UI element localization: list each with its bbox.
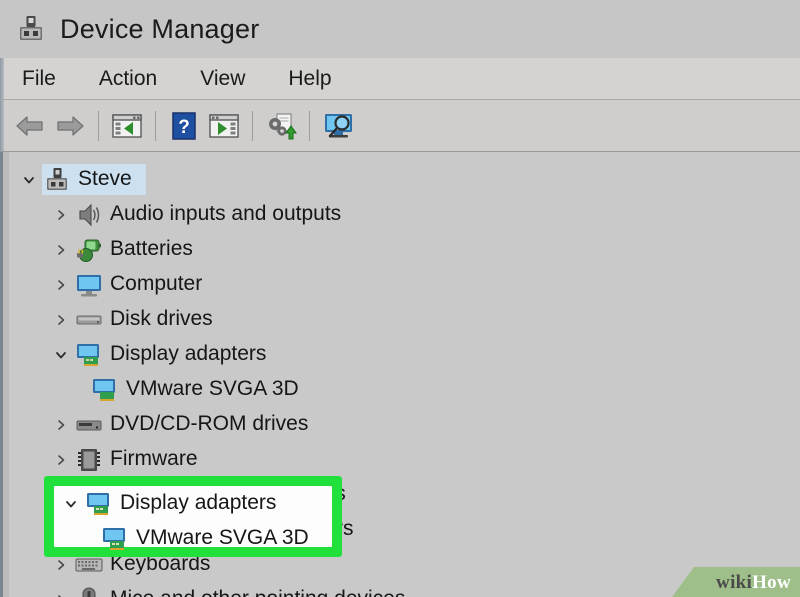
toolbar-separator bbox=[155, 110, 156, 141]
computer-device-icon bbox=[42, 165, 72, 195]
scan-hardware-button[interactable] bbox=[318, 108, 358, 144]
display-adapter-icon bbox=[90, 375, 120, 405]
left-arrow-icon bbox=[15, 114, 45, 138]
tree-label: Audio inputs and outputs bbox=[110, 202, 342, 225]
tree-label: Mice and other pointing devices bbox=[110, 588, 405, 597]
window-title: Device Manager bbox=[60, 13, 260, 44]
tree-label: Computer bbox=[110, 272, 203, 295]
tree-root-steve[interactable]: Steve bbox=[0, 162, 800, 197]
tree-item-computer[interactable]: Computer bbox=[0, 267, 800, 302]
chevron-right-icon[interactable] bbox=[48, 208, 74, 222]
question-mark-icon: ? bbox=[172, 111, 196, 140]
highlighted-row-display-adapters[interactable]: Display adapters bbox=[54, 486, 332, 521]
chevron-right-icon[interactable] bbox=[48, 243, 74, 257]
title-bar: Device Manager bbox=[0, 0, 800, 58]
chevron-right-icon[interactable] bbox=[48, 453, 74, 467]
menu-file[interactable]: File bbox=[22, 67, 56, 91]
watermark-text: wikiHow bbox=[716, 572, 791, 594]
chevron-right-icon[interactable] bbox=[48, 278, 74, 292]
tree-item-batteries[interactable]: Batteries bbox=[0, 232, 800, 267]
tree-label: DVD/CD-ROM drives bbox=[110, 412, 309, 435]
battery-plug-icon bbox=[74, 235, 104, 265]
toolbar-separator bbox=[309, 110, 310, 141]
console-tree-icon bbox=[209, 113, 239, 139]
device-manager-window: Device Manager File Action View Help ? S… bbox=[0, 0, 800, 597]
tree-label: Disk drives bbox=[110, 307, 213, 330]
toolbar: ? bbox=[0, 100, 800, 152]
update-driver-gears-icon bbox=[265, 111, 297, 141]
tree-item-audio[interactable]: Audio inputs and outputs bbox=[0, 197, 800, 232]
tree-label: Display adapters bbox=[110, 342, 267, 365]
display-adapter-icon bbox=[74, 340, 104, 370]
update-driver-button[interactable] bbox=[261, 108, 301, 144]
tree-label: VMware SVGA 3D bbox=[126, 377, 299, 400]
tree-item-dvd-cdrom[interactable]: DVD/CD-ROM drives bbox=[0, 407, 800, 442]
tree-label: Batteries bbox=[110, 237, 193, 260]
disk-drive-icon bbox=[74, 305, 104, 335]
optical-drive-icon bbox=[74, 410, 104, 440]
chevron-right-icon[interactable] bbox=[48, 558, 74, 572]
tree-item-display-adapters[interactable]: Display adapters bbox=[0, 337, 800, 372]
tree-item-vmware-svga-3d[interactable]: VMware SVGA 3D bbox=[0, 372, 800, 407]
tree-label: Steve bbox=[78, 167, 132, 190]
menu-bar: File Action View Help bbox=[0, 58, 800, 100]
menu-action[interactable]: Action bbox=[99, 67, 157, 91]
display-adapter-icon bbox=[84, 489, 114, 519]
highlighted-rows: Display adapters VMware SVGA 3D bbox=[54, 486, 332, 550]
mouse-icon bbox=[74, 585, 104, 597]
tree-item-firmware[interactable]: Firmware bbox=[0, 442, 800, 477]
menu-view[interactable]: View bbox=[200, 67, 245, 91]
highlight-box-display-adapters: Display adapters VMware SVGA 3D bbox=[44, 476, 342, 557]
tree-item-disk-drives[interactable]: Disk drives bbox=[0, 302, 800, 337]
right-arrow-icon bbox=[55, 114, 85, 138]
tree-label: Firmware bbox=[110, 447, 198, 470]
chevron-right-icon[interactable] bbox=[48, 313, 74, 327]
chevron-down-icon[interactable] bbox=[48, 348, 74, 362]
chevron-down-icon[interactable] bbox=[58, 497, 84, 511]
wikihow-watermark: wikiHow bbox=[672, 567, 800, 597]
menu-help[interactable]: Help bbox=[288, 67, 331, 91]
toolbar-separator bbox=[98, 110, 99, 141]
show-hide-console-tree-button[interactable] bbox=[204, 108, 244, 144]
firmware-chip-icon bbox=[74, 445, 104, 475]
device-manager-icon bbox=[14, 12, 48, 46]
scan-monitor-magnifier-icon bbox=[321, 112, 355, 140]
highlighted-label: VMware SVGA 3D bbox=[136, 526, 309, 549]
speaker-icon bbox=[74, 200, 104, 230]
toolbar-separator bbox=[252, 110, 253, 141]
svg-text:?: ? bbox=[178, 117, 190, 138]
properties-button[interactable] bbox=[107, 108, 147, 144]
display-adapter-icon bbox=[100, 524, 130, 554]
chevron-right-icon[interactable] bbox=[48, 593, 74, 597]
chevron-right-icon[interactable] bbox=[48, 418, 74, 432]
device-tree-panel[interactable]: Steve Audio inputs and outputs Batteries… bbox=[0, 152, 800, 597]
highlighted-label: Display adapters bbox=[120, 491, 277, 514]
watermark-text-how: How bbox=[752, 572, 791, 593]
highlighted-row-vmware[interactable]: VMware SVGA 3D bbox=[54, 521, 332, 556]
properties-window-icon bbox=[112, 113, 142, 139]
back-button[interactable] bbox=[10, 108, 50, 144]
monitor-icon bbox=[74, 270, 104, 300]
chevron-down-icon[interactable] bbox=[16, 173, 42, 187]
help-button[interactable]: ? bbox=[164, 108, 204, 144]
highlight-inner-panel: Display adapters VMware SVGA 3D bbox=[54, 486, 332, 550]
forward-button[interactable] bbox=[50, 108, 90, 144]
watermark-text-wiki: wiki bbox=[716, 572, 753, 593]
